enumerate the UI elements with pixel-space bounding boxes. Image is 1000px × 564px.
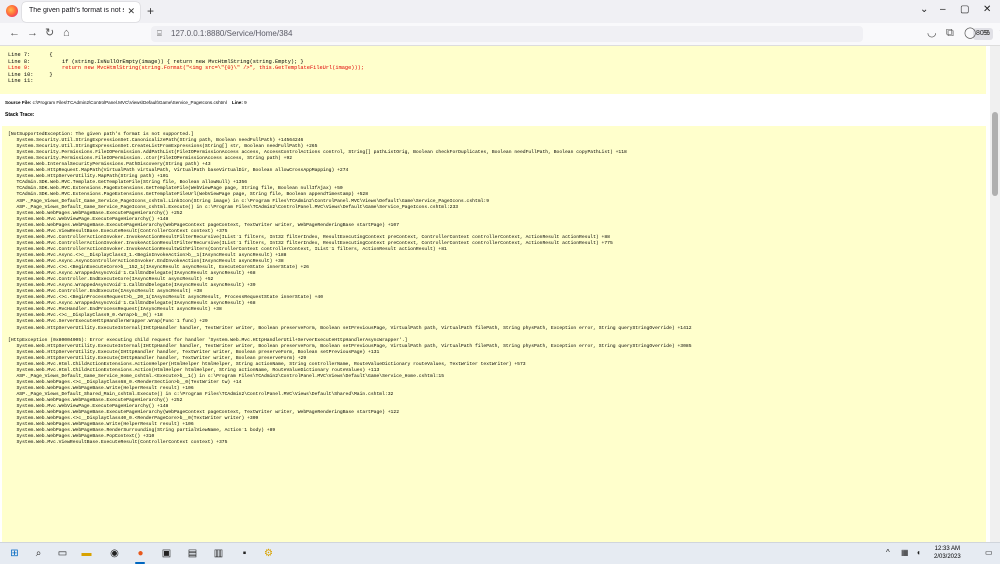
minimize-icon[interactable]: –	[940, 4, 946, 16]
maximize-icon[interactable]: ▢	[960, 4, 969, 16]
page-info-icon[interactable]: ⌸	[157, 29, 162, 39]
start-icon[interactable]: ⊞	[8, 547, 21, 560]
url-text[interactable]: 127.0.0.1:8880/Service/Home/384	[171, 29, 292, 38]
code-line: Line 11:	[8, 78, 34, 84]
search-icon[interactable]: ⌕	[32, 547, 45, 560]
app-icon[interactable]: ▥	[212, 547, 225, 560]
forward-icon[interactable]: →	[27, 27, 38, 40]
reload-icon[interactable]: ↻	[45, 27, 54, 40]
menu-icon[interactable]: ≡	[983, 27, 989, 40]
network-icon[interactable]: ▦	[901, 548, 909, 558]
file-explorer-icon[interactable]: ▬	[80, 547, 93, 560]
browser-tab-bar: The given path's format is not supported…	[0, 0, 1000, 23]
scrollbar-thumb[interactable]	[992, 112, 998, 196]
clock-time: 12:33 AM	[934, 546, 961, 552]
terminal-icon[interactable]: ▪	[238, 547, 251, 560]
taskbar: ⊞ ⌕ ▭ ▬ ◉ ● ▣ ▤ ▥ ▪ ⚙ ^ ▦ ◖ 12:33 AM 2/0…	[0, 542, 1000, 564]
firefox-taskbar-icon[interactable]: ●	[134, 547, 147, 560]
address-bar[interactable]: ⌸ 127.0.0.1:8880/Service/Home/384 80% ☆	[151, 26, 1000, 42]
notifications-icon[interactable]: ▭	[985, 548, 993, 558]
volume-icon[interactable]: ◖	[916, 548, 921, 558]
back-icon[interactable]: ←	[9, 27, 20, 40]
source-file-info: Source File: c:\Program Files\TCAdmin2\C…	[5, 100, 247, 105]
task-view-icon[interactable]: ▭	[56, 547, 69, 560]
line-number: 9	[244, 100, 247, 105]
extensions-icon[interactable]: ⧉	[946, 27, 954, 40]
app-icon[interactable]: ▤	[186, 547, 199, 560]
app-icon[interactable]: ◉	[108, 547, 121, 560]
stack-trace-block: [NotSupportedException: The given path's…	[2, 126, 986, 542]
tab-list-icon[interactable]: ⌄	[920, 4, 928, 16]
page-content: Line 7: { Line 8: if (string.IsNullOrEmp…	[0, 46, 990, 542]
show-hidden-icons[interactable]: ^	[886, 548, 890, 558]
clock-date: 2/03/2023	[934, 554, 961, 560]
pocket-icon[interactable]: ◡	[927, 27, 937, 40]
home-icon[interactable]: ⌂	[63, 27, 70, 40]
close-tab-icon[interactable]: ✕	[127, 6, 135, 16]
new-tab-icon[interactable]: +	[147, 4, 154, 18]
source-code-block: Line 7: { Line 8: if (string.IsNullOrEmp…	[0, 46, 986, 94]
line-label: Line:	[231, 100, 243, 105]
browser-tab[interactable]: The given path's format is not supported…	[22, 2, 140, 22]
source-file-path: c:\Program Files\TCAdmin2\ControlPanel.M…	[32, 100, 227, 105]
stack-trace-heading: Stack Trace:	[5, 112, 35, 118]
app-icon[interactable]: ▣	[160, 547, 173, 560]
tab-title: The given path's format is not supported…	[29, 7, 124, 14]
page-scrollbar[interactable]	[990, 46, 1000, 542]
app-icon[interactable]: ⚙	[262, 547, 275, 560]
stack-trace-line: System.Web.Mvc.ViewResultBase.ExecuteRes…	[8, 440, 228, 446]
clock[interactable]: 12:33 AM 2/03/2023	[934, 545, 961, 561]
firefox-icon[interactable]	[6, 5, 18, 17]
navigation-bar: ← → ↻ ⌂ ⌸ 127.0.0.1:8880/Service/Home/38…	[0, 23, 1000, 46]
window-close-icon[interactable]: ✕	[983, 4, 991, 16]
source-file-label: Source File:	[5, 100, 32, 105]
account-icon[interactable]: ◯	[964, 27, 976, 40]
